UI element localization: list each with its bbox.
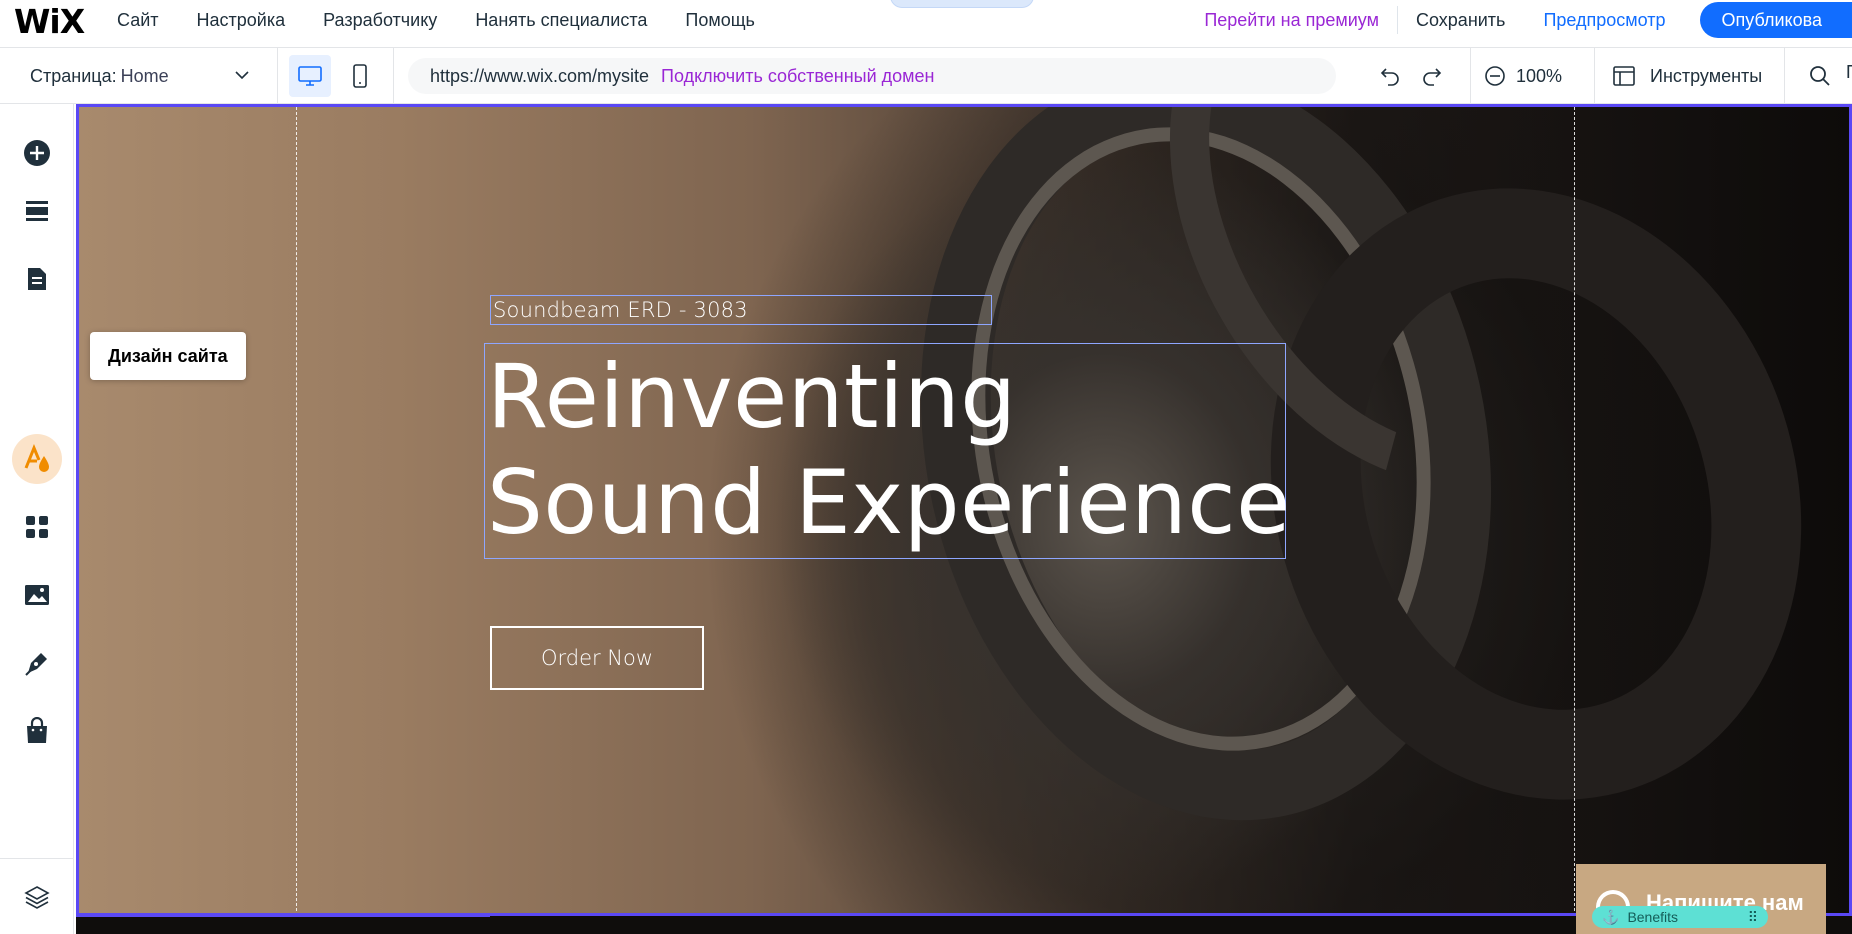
mobile-icon	[353, 64, 367, 88]
site-url[interactable]: https://www.wix.com/mysite	[430, 66, 649, 87]
right-margin-guide	[1574, 107, 1575, 916]
left-margin-guide	[296, 107, 297, 916]
left-sidebar	[0, 104, 74, 934]
chevron-down-icon	[235, 71, 249, 80]
redo-icon[interactable]	[1420, 64, 1444, 88]
site-url-bar: https://www.wix.com/mysite Подключить со…	[408, 58, 1336, 94]
image-icon	[25, 585, 49, 605]
media-button[interactable]	[12, 570, 62, 620]
shopping-bag-icon	[27, 717, 47, 743]
apps-grid-icon	[26, 516, 48, 538]
desktop-icon	[298, 66, 322, 86]
page-selector-label: Страница:	[30, 65, 117, 86]
undo-icon[interactable]	[1378, 64, 1402, 88]
top-actions: Перейти на премиум Сохранить Предпросмот…	[1186, 0, 1852, 40]
plus-circle-icon	[24, 140, 50, 166]
menu-hire-expert[interactable]: Нанять специалиста	[456, 0, 666, 40]
divider	[1594, 48, 1595, 104]
sections-button[interactable]	[12, 186, 62, 236]
main-menu: Сайт Настройка Разработчику Нанять специ…	[98, 0, 774, 40]
editor-canvas[interactable]: Soundbeam ERD - 3083 Reinventing Sound E…	[76, 104, 1852, 934]
top-notch-tab[interactable]	[890, 0, 1034, 8]
pages-button[interactable]	[12, 254, 62, 304]
divider	[0, 858, 74, 859]
sections-icon	[26, 201, 48, 221]
tools-label: Инструменты	[1650, 65, 1763, 86]
save-button[interactable]: Сохранить	[1398, 10, 1543, 31]
hero-subtitle[interactable]: Soundbeam ERD - 3083	[490, 295, 992, 325]
anchor-label: Benefits	[1627, 909, 1679, 925]
hero-headline[interactable]: Reinventing Sound Experience	[484, 343, 1291, 559]
publish-button[interactable]: Опубликова	[1699, 2, 1852, 38]
apps-button[interactable]	[12, 502, 62, 552]
layers-button[interactable]	[12, 872, 62, 922]
drag-handle-icon[interactable]: ⠿	[1748, 909, 1758, 926]
divider	[1784, 48, 1785, 104]
site-design-icon	[24, 444, 49, 472]
menu-help[interactable]: Помощь	[666, 0, 774, 40]
anchor-icon: ⚓	[1602, 908, 1620, 925]
pen-icon	[25, 653, 47, 676]
tools-panel-icon	[1613, 66, 1635, 86]
layers-icon	[24, 886, 50, 909]
zoom-out-icon[interactable]	[1484, 65, 1506, 87]
site-design-tooltip: Дизайн сайта	[90, 332, 246, 380]
menu-settings[interactable]: Настройка	[178, 0, 305, 40]
editor-toolbar: Страница: Home https://www.wix.com/mysit…	[0, 48, 1852, 104]
divider	[1470, 48, 1471, 104]
top-bar: WiX Сайт Настройка Разработчику Нанять с…	[0, 0, 1852, 48]
page-icon	[28, 268, 46, 290]
divider	[393, 48, 394, 104]
site-design-button[interactable]	[12, 434, 62, 484]
wix-logo[interactable]: WiX	[14, 2, 85, 41]
add-elements-button[interactable]	[12, 128, 62, 178]
menu-site[interactable]: Сайт	[98, 0, 178, 40]
tools-button[interactable]: Инструменты	[1612, 48, 1762, 104]
page-selector-value: Home	[120, 65, 169, 86]
anchor-tag[interactable]: ⚓ Benefits ⠿	[1592, 906, 1768, 928]
store-button[interactable]	[12, 706, 62, 756]
hero-headline-line2: Sound Experience	[487, 451, 1291, 554]
mobile-view-button[interactable]	[339, 55, 381, 97]
blog-button[interactable]	[12, 638, 62, 688]
page-selector[interactable]: Страница: Home	[0, 48, 278, 104]
upgrade-premium-link[interactable]: Перейти на премиум	[1186, 10, 1397, 31]
order-now-button[interactable]: Order Now	[490, 626, 704, 690]
connect-domain-link[interactable]: Подключить собственный домен	[661, 66, 934, 87]
next-section-preview[interactable]	[76, 916, 490, 934]
search-icon[interactable]	[1808, 64, 1832, 88]
truncated-toolbar-item[interactable]: П	[1846, 62, 1852, 83]
desktop-view-button[interactable]	[289, 55, 331, 97]
menu-developer[interactable]: Разработчику	[304, 0, 456, 40]
preview-button[interactable]: Предпросмотр	[1543, 10, 1699, 31]
zoom-control[interactable]: 100%	[1484, 48, 1562, 104]
zoom-level: 100%	[1516, 65, 1563, 86]
hero-headline-line1: Reinventing	[487, 345, 1017, 448]
